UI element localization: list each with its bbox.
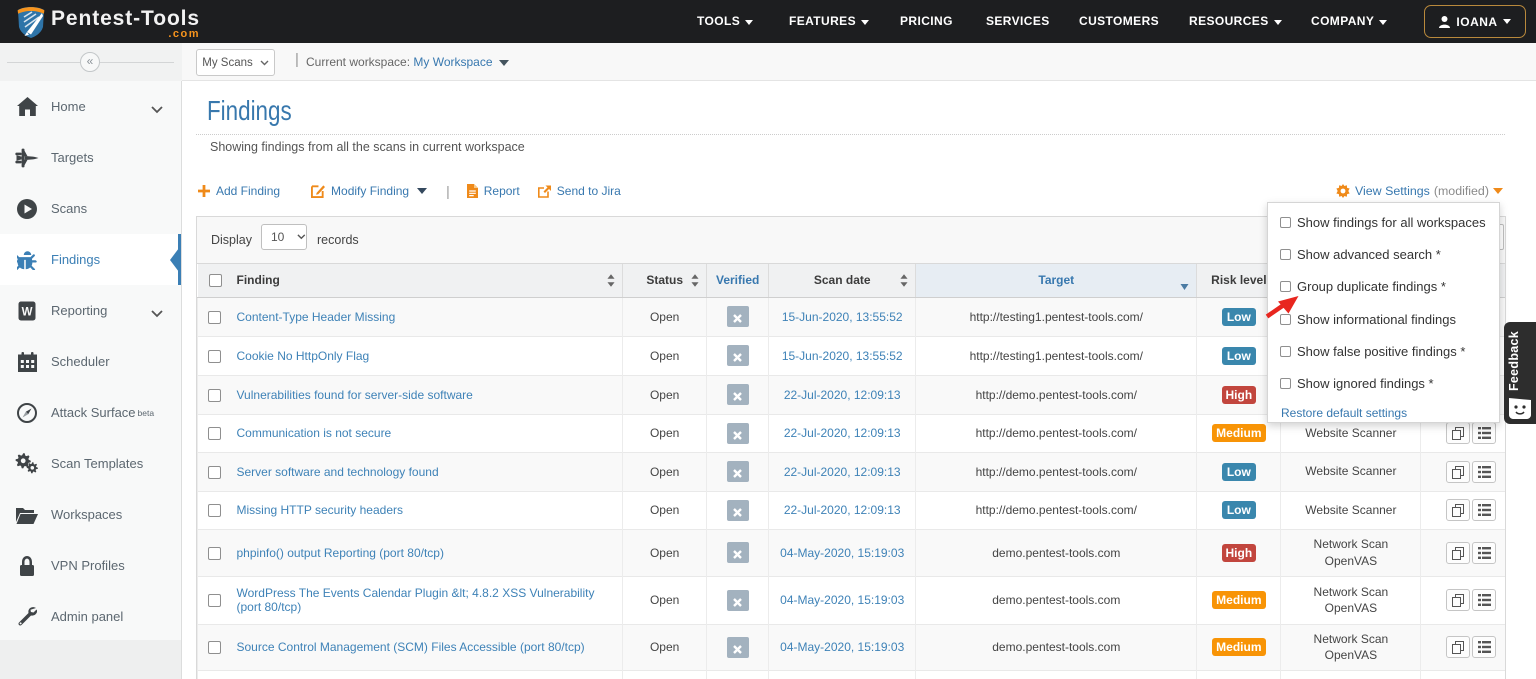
svg-text:W: W (22, 306, 33, 318)
